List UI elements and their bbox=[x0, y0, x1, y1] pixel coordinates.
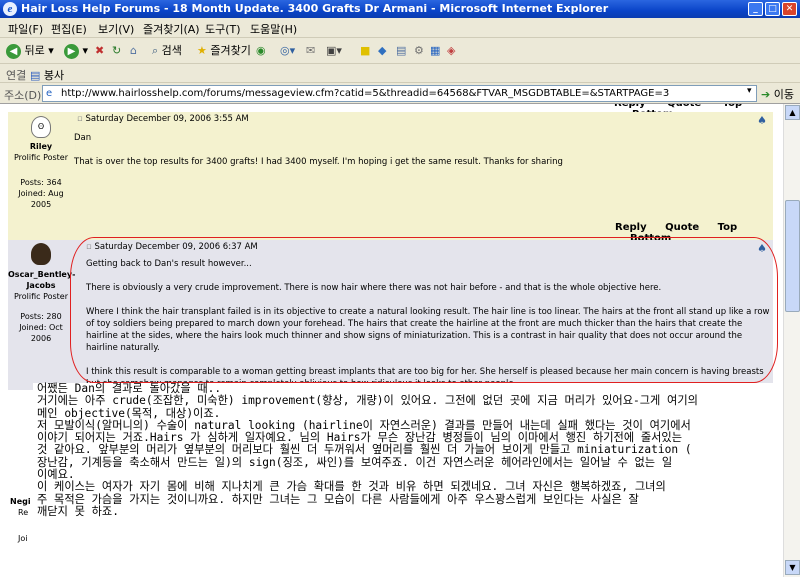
address-dropdown-icon[interactable]: ▾ bbox=[747, 86, 752, 96]
maximize-button[interactable]: □ bbox=[765, 2, 780, 16]
menu-file[interactable]: 파일(F) bbox=[8, 21, 43, 37]
author-block: Oscar_Bentley-Jacobs Prolific Poster Pos… bbox=[8, 243, 75, 344]
top-link[interactable]: Top bbox=[723, 104, 743, 109]
search-icon: ⌕ bbox=[152, 44, 159, 57]
message-line: Dan bbox=[74, 133, 92, 143]
menu-bar: 파일(F) 편집(E) 보기(V) 즐겨찾기(A) 도구(T) 도움말(H) bbox=[0, 18, 800, 38]
post-doc-icon: ▫ bbox=[77, 114, 83, 124]
favorites-button[interactable]: ★ 즐겨찾기 bbox=[197, 42, 251, 60]
tool-icon[interactable]: ⚙ bbox=[414, 42, 424, 60]
research-icon[interactable]: ▤ bbox=[396, 42, 406, 60]
title-bar: e Hair Loss Help Forums - 18 Month Updat… bbox=[0, 0, 800, 18]
translation-line: 거기에는 아주 crude(조잡한, 미숙한) improvement(향상, … bbox=[37, 394, 698, 408]
translate-icon[interactable]: ▦ bbox=[430, 42, 440, 60]
author-name[interactable]: Riley bbox=[8, 141, 74, 152]
scroll-down-icon[interactable]: ▼ bbox=[785, 560, 800, 575]
translation-note: 어쨌든 Dan의 결과로 돌아갔을 때.. 거기에는 아주 crude(조잡한, … bbox=[33, 382, 783, 577]
bulb-icon[interactable]: ♠ bbox=[757, 114, 767, 127]
notes-icon[interactable]: ■ bbox=[360, 42, 370, 60]
ie-logo-icon: e bbox=[3, 2, 17, 16]
history-icon[interactable]: ◎▾ bbox=[280, 42, 295, 60]
partial-author: Negi bbox=[10, 497, 31, 506]
translation-line: 깨닫지 못 하죠. bbox=[37, 504, 119, 518]
translation-line: 장난감, 기계등을 축소해서 만드는 일)의 sign(징조, 싸인)를 보여주… bbox=[37, 455, 673, 469]
menu-edit[interactable]: 편집(E) bbox=[51, 21, 87, 37]
address-label: 주소(D) bbox=[4, 89, 42, 102]
scroll-thumb[interactable] bbox=[785, 200, 800, 312]
address-url: http://www.hairlosshelp.com/forums/messa… bbox=[61, 88, 670, 99]
links-label: 연결 bbox=[6, 69, 27, 82]
mail-icon[interactable]: ✉ bbox=[306, 42, 315, 60]
search-button[interactable]: ⌕ 검색 bbox=[152, 42, 182, 60]
author-joined: Joined: Aug 2005 bbox=[18, 189, 64, 209]
go-arrow-icon: ➔ bbox=[761, 88, 771, 101]
author-block: ʘ Riley Prolific Poster Posts: 364 Joine… bbox=[8, 116, 74, 210]
back-arrow-icon: ◀ bbox=[6, 43, 21, 59]
favorites-label: 즐겨찾기 bbox=[210, 44, 251, 57]
page-icon: ▤ bbox=[30, 69, 41, 82]
author-posts: Posts: 364 bbox=[20, 178, 62, 187]
author-rank: Prolific Poster bbox=[13, 292, 69, 301]
go-label: 이동 bbox=[773, 88, 794, 101]
forward-arrow-icon: ▶ bbox=[64, 43, 79, 59]
menu-view[interactable]: 보기(V) bbox=[98, 21, 134, 37]
close-button[interactable]: ✕ bbox=[782, 2, 797, 16]
avatar bbox=[31, 243, 51, 265]
author-rank: Prolific Poster bbox=[13, 153, 69, 162]
red-highlight-outline bbox=[70, 237, 778, 383]
message-body: ▫ Saturday December 09, 2006 3:55 AM ♠ D… bbox=[74, 114, 773, 168]
go-button[interactable]: ➔ 이동 bbox=[761, 86, 794, 102]
address-bar: 주소(D) e http://www.hairlosshelp.com/foru… bbox=[0, 83, 800, 104]
links-bar: 연결 ▤ 봉사 bbox=[0, 64, 800, 83]
address-input[interactable]: e http://www.hairlosshelp.com/forums/mes… bbox=[42, 85, 757, 102]
menu-tools[interactable]: 도구(T) bbox=[205, 21, 241, 37]
minimize-button[interactable]: _ bbox=[748, 2, 763, 16]
messenger-icon[interactable]: ◆ bbox=[378, 42, 386, 60]
page-icon: e bbox=[46, 88, 53, 99]
refresh-icon[interactable]: ↻ bbox=[112, 42, 121, 60]
links-item-label: 봉사 bbox=[43, 69, 65, 82]
home-icon[interactable]: ⌂ bbox=[130, 42, 137, 60]
star-icon: ★ bbox=[197, 44, 207, 57]
menu-help[interactable]: 도움말(H) bbox=[250, 21, 297, 37]
reply-link[interactable]: Reply bbox=[615, 222, 647, 233]
translation-line: 것 같아요. 앞부분의 머리가 옆부분의 머리보다 훨씬 더 두꺼워서 옆머리를… bbox=[37, 443, 692, 457]
avatar: ʘ bbox=[31, 116, 51, 138]
media-icon[interactable]: ◉ bbox=[256, 42, 266, 60]
author-joined: Joined: Oct 2006 bbox=[19, 323, 63, 343]
quote-link[interactable]: Quote bbox=[665, 222, 699, 233]
blog-icon[interactable]: ◈ bbox=[447, 42, 455, 60]
translation-line: 이 케이스는 여자가 자기 몸에 비해 지나치게 큰 가슴 확대를 한 것과 비… bbox=[37, 480, 666, 494]
message-line: That is over the top results for 3400 gr… bbox=[74, 157, 563, 167]
scroll-up-icon[interactable]: ▲ bbox=[785, 105, 800, 120]
post-date: Saturday December 09, 2006 3:55 AM bbox=[85, 114, 249, 124]
forward-button[interactable]: ▶ ▾ bbox=[64, 42, 88, 60]
partial-rank: Re bbox=[18, 508, 29, 517]
back-label: 뒤로 bbox=[24, 44, 45, 57]
stop-icon[interactable]: ✖ bbox=[95, 42, 104, 60]
links-item-service[interactable]: ▤ 봉사 bbox=[30, 67, 64, 83]
toolbar: ◀ 뒤로 ▾ ▶ ▾ ✖ ↻ ⌂ ⌕ 검색 ★ 즐겨찾기 ◉ ◎▾ ✉ ▣▾ ■… bbox=[0, 38, 800, 64]
translation-line: 주 목적은 가슴을 가지는 것이니까요. 하지만 그녀는 그 모습이 다른 사람… bbox=[37, 492, 639, 506]
author-posts: Posts: 280 bbox=[20, 312, 62, 321]
menu-favorites[interactable]: 즐겨찾기(A) bbox=[143, 21, 200, 37]
action-row: Reply Quote Top Bottom bbox=[8, 222, 773, 244]
post-date-row: ▫ Saturday December 09, 2006 3:55 AM bbox=[74, 114, 773, 124]
top-link[interactable]: Top bbox=[718, 222, 738, 233]
edit-icon[interactable]: ▣▾ bbox=[326, 42, 342, 60]
author-name[interactable]: Oscar_Bentley-Jacobs bbox=[8, 269, 75, 291]
search-label: 검색 bbox=[161, 44, 182, 57]
window-title: Hair Loss Help Forums - 18 Month Update.… bbox=[21, 2, 609, 15]
partial-joined: Joi bbox=[18, 534, 28, 543]
back-button[interactable]: ◀ 뒤로 ▾ bbox=[6, 42, 54, 60]
vertical-scrollbar[interactable]: ▲ ▼ bbox=[783, 104, 800, 577]
